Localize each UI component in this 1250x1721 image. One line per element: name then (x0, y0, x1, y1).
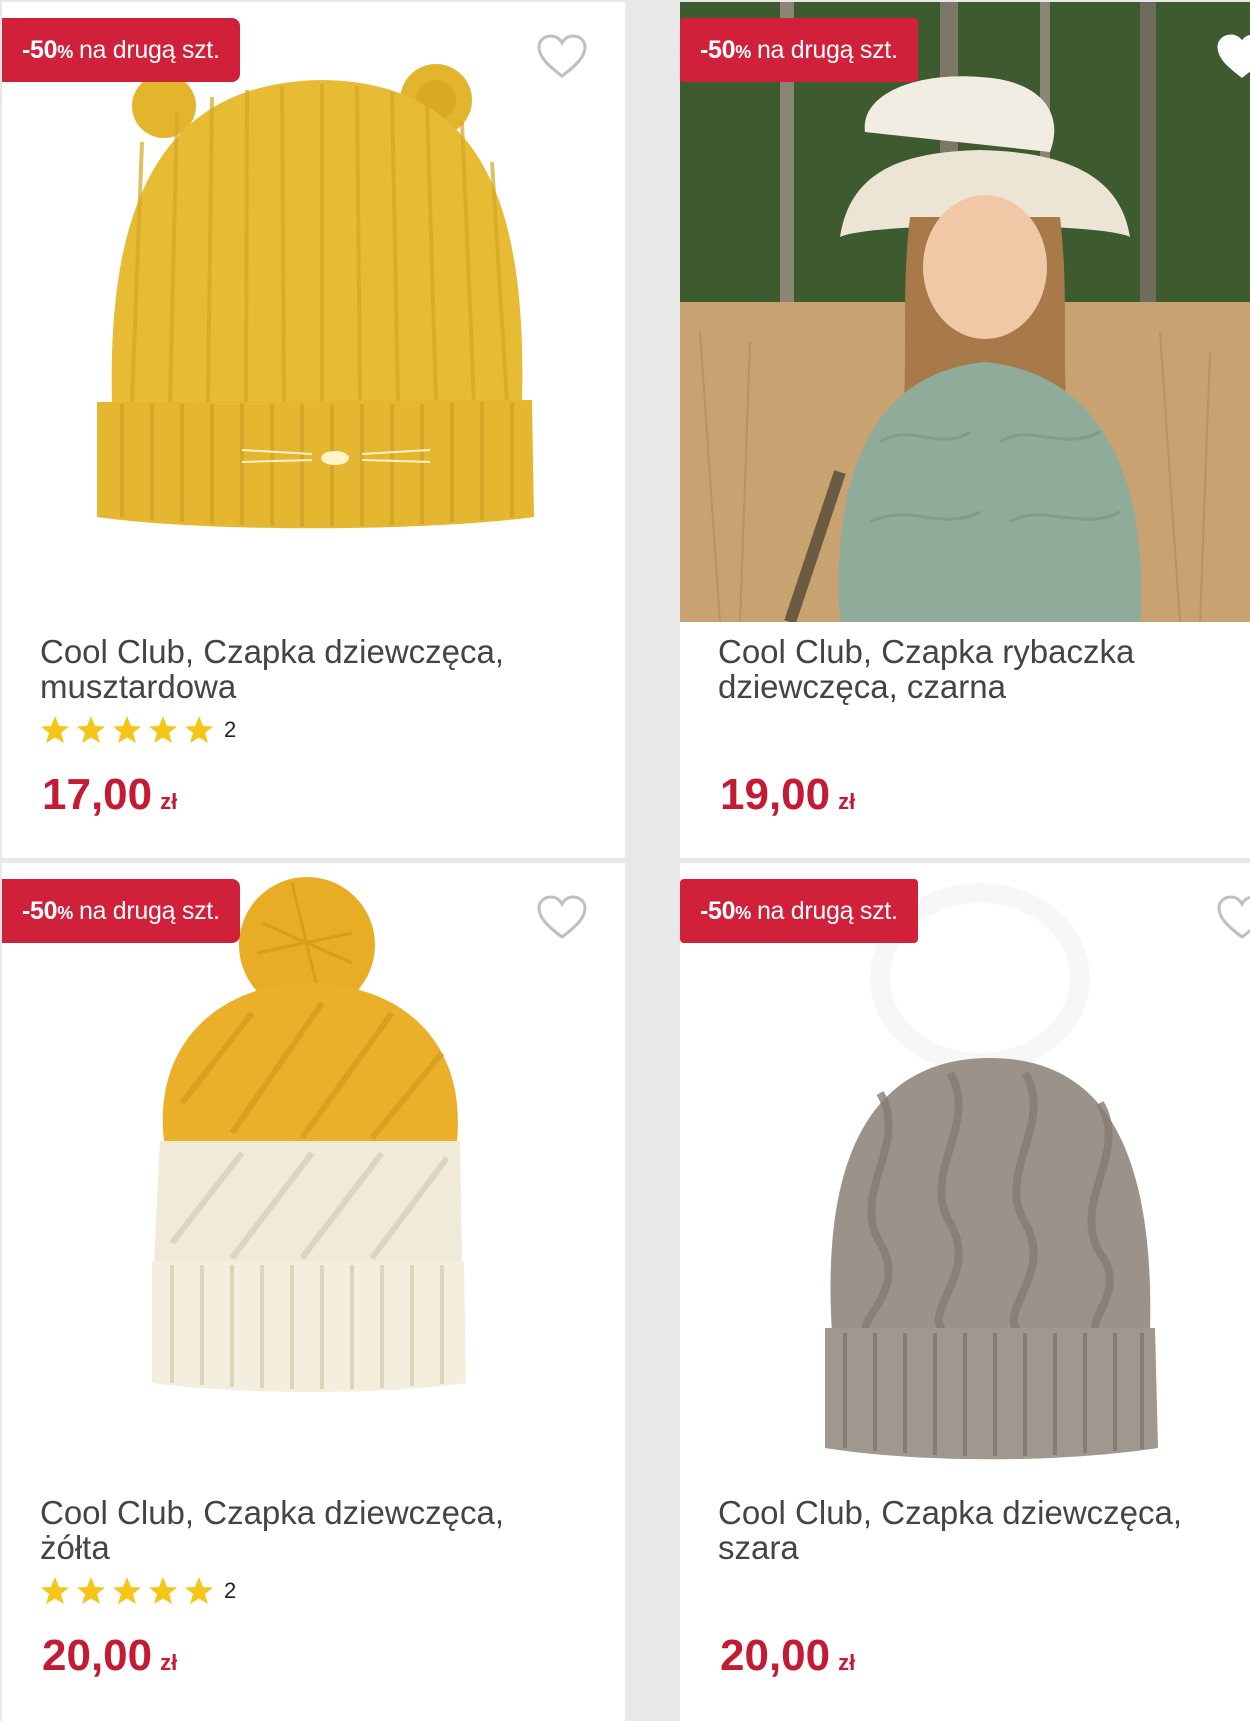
product-title[interactable]: Cool Club, Czapka dziewczęca, szara (718, 1495, 1238, 1565)
promo-text: na drugą szt. (78, 896, 220, 925)
rating-count: 2 (224, 1578, 237, 1603)
promo-percent: -50 (22, 896, 58, 925)
rating: 2 (40, 715, 236, 745)
product-title[interactable]: Cool Club, Czapka rybaczka dziewczęca, c… (718, 634, 1238, 704)
star-icon (149, 716, 177, 743)
star-icon (185, 1577, 213, 1604)
promo-badge: -50% na drugą szt. (680, 18, 918, 82)
promo-percent-sign: % (57, 41, 73, 62)
promo-percent-sign: % (735, 41, 751, 62)
star-icon (185, 716, 213, 743)
promo-badge: -50% na drugą szt. (680, 879, 918, 943)
product-card[interactable]: -50% na drugą szt. Cool Club, Czapka dzi… (2, 863, 625, 1721)
rating-count: 2 (224, 717, 237, 742)
heart-outline-icon[interactable] (1216, 895, 1250, 941)
star-icon (77, 716, 105, 743)
promo-badge: -50% na drugą szt. (2, 18, 240, 82)
price: 20,00 zł (720, 1631, 855, 1681)
star-icon (41, 1577, 69, 1604)
promo-percent: -50 (22, 35, 58, 64)
price: 19,00 zł (720, 770, 855, 820)
price-value: 17,00 (42, 770, 153, 819)
product-card[interactable]: -50% na drugą szt. Cool Club, Czapka ryb… (680, 2, 1250, 858)
promo-badge: -50% na drugą szt. (2, 879, 240, 943)
price-value: 20,00 (720, 1631, 831, 1680)
product-grid: -50% na drugą szt. Cool Club, Czapka dzi… (0, 0, 1250, 1721)
promo-percent-sign: % (735, 902, 751, 923)
price-currency: zł (838, 1650, 856, 1675)
product-image-grey-beanie[interactable] (680, 863, 1250, 1483)
star-icon (113, 1577, 141, 1604)
price-value: 20,00 (42, 1631, 153, 1680)
promo-text: na drugą szt. (756, 35, 898, 64)
promo-text: na drugą szt. (756, 896, 898, 925)
promo-percent-sign: % (57, 902, 73, 923)
promo-percent: -50 (700, 896, 736, 925)
product-card[interactable]: -50% na drugą szt. Cool Club, Czapka dzi… (680, 863, 1250, 1721)
price: 20,00 zł (42, 1631, 177, 1681)
star-icon (77, 1577, 105, 1604)
product-image-bucket-hat-photo[interactable] (680, 2, 1250, 622)
heart-outline-icon[interactable] (536, 895, 588, 941)
promo-percent: -50 (700, 35, 736, 64)
star-icon (113, 716, 141, 743)
heart-outline-icon[interactable] (536, 34, 588, 80)
star-icon (149, 1577, 177, 1604)
product-card[interactable]: -50% na drugą szt. Cool Club, Czapka dzi… (2, 2, 625, 858)
product-image-yellow-cream-beanie[interactable] (2, 863, 625, 1483)
price-value: 19,00 (720, 770, 831, 819)
price: 17,00 zł (42, 770, 177, 820)
promo-text: na drugą szt. (78, 35, 220, 64)
rating: 2 (40, 1576, 236, 1606)
product-title[interactable]: Cool Club, Czapka dziewczęca, żółta (40, 1495, 560, 1565)
price-currency: zł (838, 789, 856, 814)
star-icon (41, 716, 69, 743)
product-title[interactable]: Cool Club, Czapka dziewczęca, musztardow… (40, 634, 560, 704)
price-currency: zł (160, 789, 178, 814)
heart-outline-icon[interactable] (1216, 34, 1250, 80)
product-image-mustard-beanie[interactable] (2, 2, 625, 622)
price-currency: zł (160, 1650, 178, 1675)
